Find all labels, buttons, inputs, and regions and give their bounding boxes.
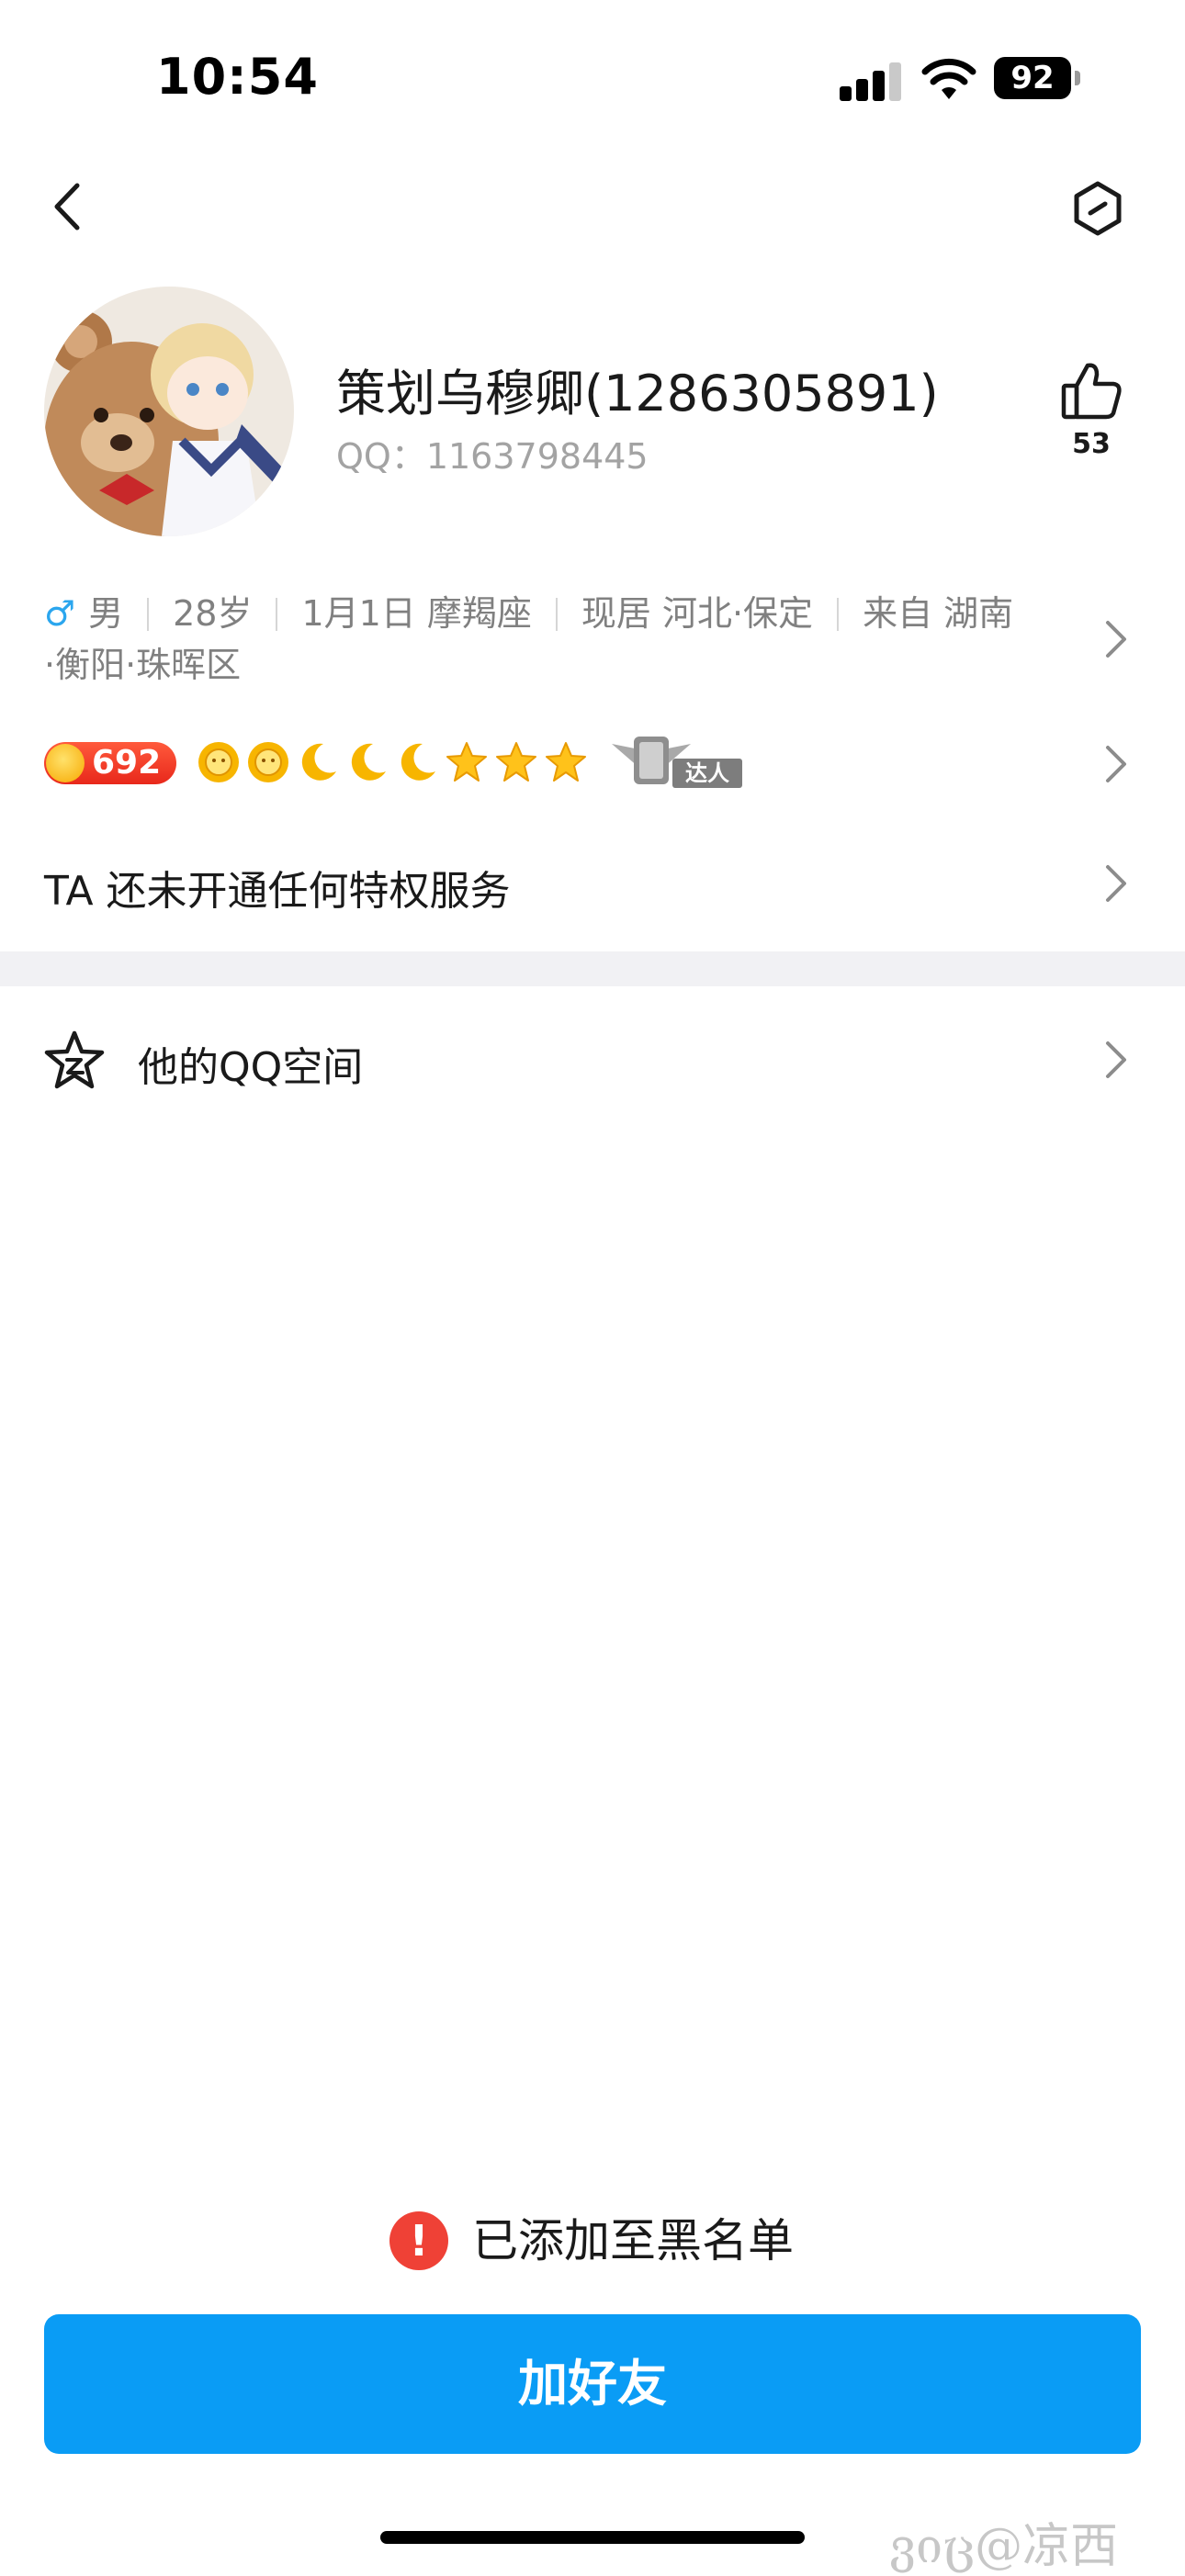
qq-label: QQ： [336, 436, 426, 477]
daren-label: 达人 [685, 760, 729, 786]
home-indicator[interactable] [380, 2531, 805, 2544]
wifi-icon [921, 58, 976, 99]
qzone-star-icon [44, 1030, 105, 1089]
chevron-right-icon[interactable] [1097, 1032, 1134, 1087]
cellular-signal-icon [840, 61, 902, 101]
watermark: ვიც@凉西 [889, 2519, 1119, 2574]
battery-level: 92 [1010, 60, 1055, 96]
battery-indicator: 92 [994, 57, 1082, 99]
level-value: 692 [92, 744, 162, 782]
gender: 男 [88, 593, 124, 634]
chevron-right-icon[interactable] [1097, 737, 1134, 792]
chevron-right-icon[interactable] [1097, 856, 1134, 911]
blacklist-status: 已添加至黑名单 [472, 2214, 794, 2267]
qq-number-line: QQ：1163798445 [336, 428, 649, 478]
chevron-right-icon[interactable] [1097, 612, 1134, 667]
status-time: 10:54 [156, 48, 319, 106]
chevron-left-icon [54, 183, 80, 231]
moon-icon [401, 743, 435, 781]
star-icon [546, 742, 586, 782]
like-count: 53 [1072, 428, 1111, 460]
residence: 现居 河北·保定 [581, 593, 814, 634]
coin-icon [46, 744, 85, 782]
avatar[interactable] [44, 287, 294, 536]
hometown-detail: ·衡阳·珠晖区 [44, 645, 242, 685]
moon-icon [351, 743, 386, 781]
section-divider [0, 951, 1185, 986]
privilege-status[interactable]: TA 还未开通任何特权服务 [44, 858, 511, 917]
star-icon [496, 742, 536, 782]
moon-icon [301, 743, 336, 781]
age: 28岁 [173, 593, 253, 634]
hometown: 来自 湖南 [863, 593, 1014, 634]
daren-badge[interactable]: 达人 [610, 731, 744, 790]
warning-icon: ! [389, 2211, 448, 2270]
back-button[interactable] [37, 174, 101, 239]
male-gender-icon: ♂ [44, 593, 76, 634]
qq-number: 1163798445 [425, 436, 649, 477]
sun-icon [198, 742, 239, 782]
qzone-link[interactable]: 他的QQ空间 [138, 1034, 363, 1093]
nickname: 策划乌穆卿(1286305891) [336, 365, 939, 422]
thumbs-up-icon [1061, 363, 1122, 420]
like-button[interactable]: 53 [1053, 360, 1130, 470]
star-icon [446, 742, 487, 782]
birthday: 1月1日 摩羯座 [301, 593, 532, 634]
sun-icon [248, 742, 288, 782]
qq-level-coin-badge[interactable]: 692 [44, 742, 176, 784]
settings-button[interactable] [1066, 176, 1130, 241]
add-friend-button[interactable]: 加好友 [44, 2314, 1141, 2454]
profile-info-row[interactable]: ♂ 男 28岁 1月1日 摩羯座 现居 河北·保定 来自 湖南 ·衡阳·珠晖区 [44, 588, 1045, 691]
